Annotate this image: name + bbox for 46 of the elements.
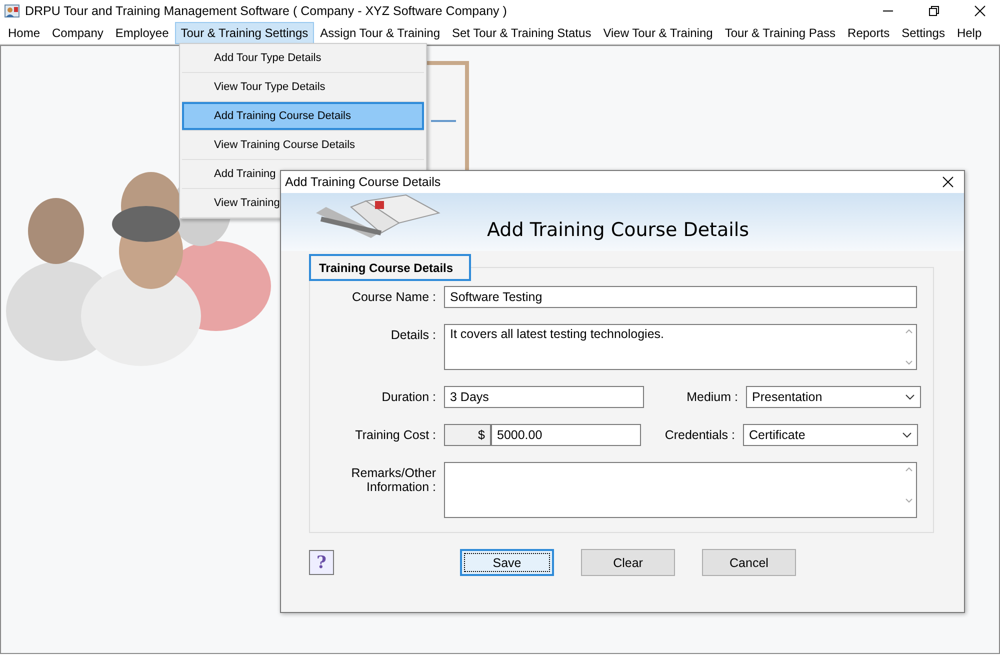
- menu-item[interactable]: Set Tour & Training Status: [446, 22, 598, 44]
- dialog-button[interactable]: Cancel: [702, 549, 796, 576]
- scrollbar-icon: [904, 465, 914, 505]
- dropdown-field[interactable]: Certificate: [743, 424, 918, 446]
- scrollbar-icon: [904, 327, 914, 367]
- field-label: Duration :: [380, 389, 437, 404]
- caret-icon: [902, 432, 912, 438]
- text-area-value: It covers all latest testing technologies.: [450, 326, 664, 343]
- window-title: DRPU Tour and Training Management Software ( Company - XYZ Software Company ): [25, 4, 507, 18]
- group-title: Training Course Details: [309, 254, 472, 281]
- caret-icon: [905, 394, 915, 400]
- dialog-heading: Add Training Course Details: [487, 219, 750, 241]
- menu-item[interactable]: View Tour & Training: [597, 22, 719, 44]
- app-icon: [4, 3, 20, 19]
- menu-item[interactable]: Company: [46, 22, 110, 44]
- restore-icon[interactable]: [928, 5, 940, 17]
- menu-item[interactable]: Home: [2, 22, 46, 44]
- menu-item[interactable]: Tour & Training Pass: [718, 22, 842, 44]
- currency-prefix: $: [444, 424, 491, 446]
- menu-item[interactable]: Add Training Course Details: [182, 102, 424, 131]
- close-icon[interactable]: [942, 176, 954, 188]
- menu-item[interactable]: Add Tour Type Details: [182, 44, 424, 73]
- dialog-title: Add Training Course Details: [285, 175, 441, 189]
- help-button[interactable]: ?: [309, 550, 334, 575]
- menu-item[interactable]: Reports: [842, 22, 896, 44]
- menu-item[interactable]: Settings: [896, 22, 951, 44]
- text-area[interactable]: It covers all latest testing technologies.: [444, 324, 917, 370]
- close-icon[interactable]: [974, 5, 986, 17]
- text-field[interactable]: 3 Days: [444, 386, 644, 408]
- field-label: Course Name :: [350, 289, 437, 304]
- dialog-button[interactable]: Clear: [581, 549, 675, 576]
- menu-item[interactable]: Help: [950, 22, 988, 44]
- amount-field[interactable]: 5000.00: [491, 424, 641, 446]
- field-label: Details :: [390, 327, 437, 342]
- menu-item[interactable]: Tour & Training Settings: [174, 22, 314, 44]
- field-label: Medium :: [686, 389, 739, 404]
- menu-item[interactable]: Assign Tour & Training: [314, 22, 446, 44]
- text-field[interactable]: Software Testing: [444, 286, 917, 308]
- field-label: Credentials :: [664, 427, 736, 442]
- text-area[interactable]: [444, 462, 917, 518]
- field-label: Training Cost :: [354, 427, 437, 442]
- menu-item[interactable]: Employee: [109, 22, 175, 44]
- dialog-button[interactable]: Save: [460, 549, 554, 576]
- menu-item[interactable]: View Training Course Details: [182, 131, 424, 160]
- dropdown-field[interactable]: Presentation: [746, 386, 921, 408]
- field-label: Remarks/Other Information :: [350, 465, 437, 494]
